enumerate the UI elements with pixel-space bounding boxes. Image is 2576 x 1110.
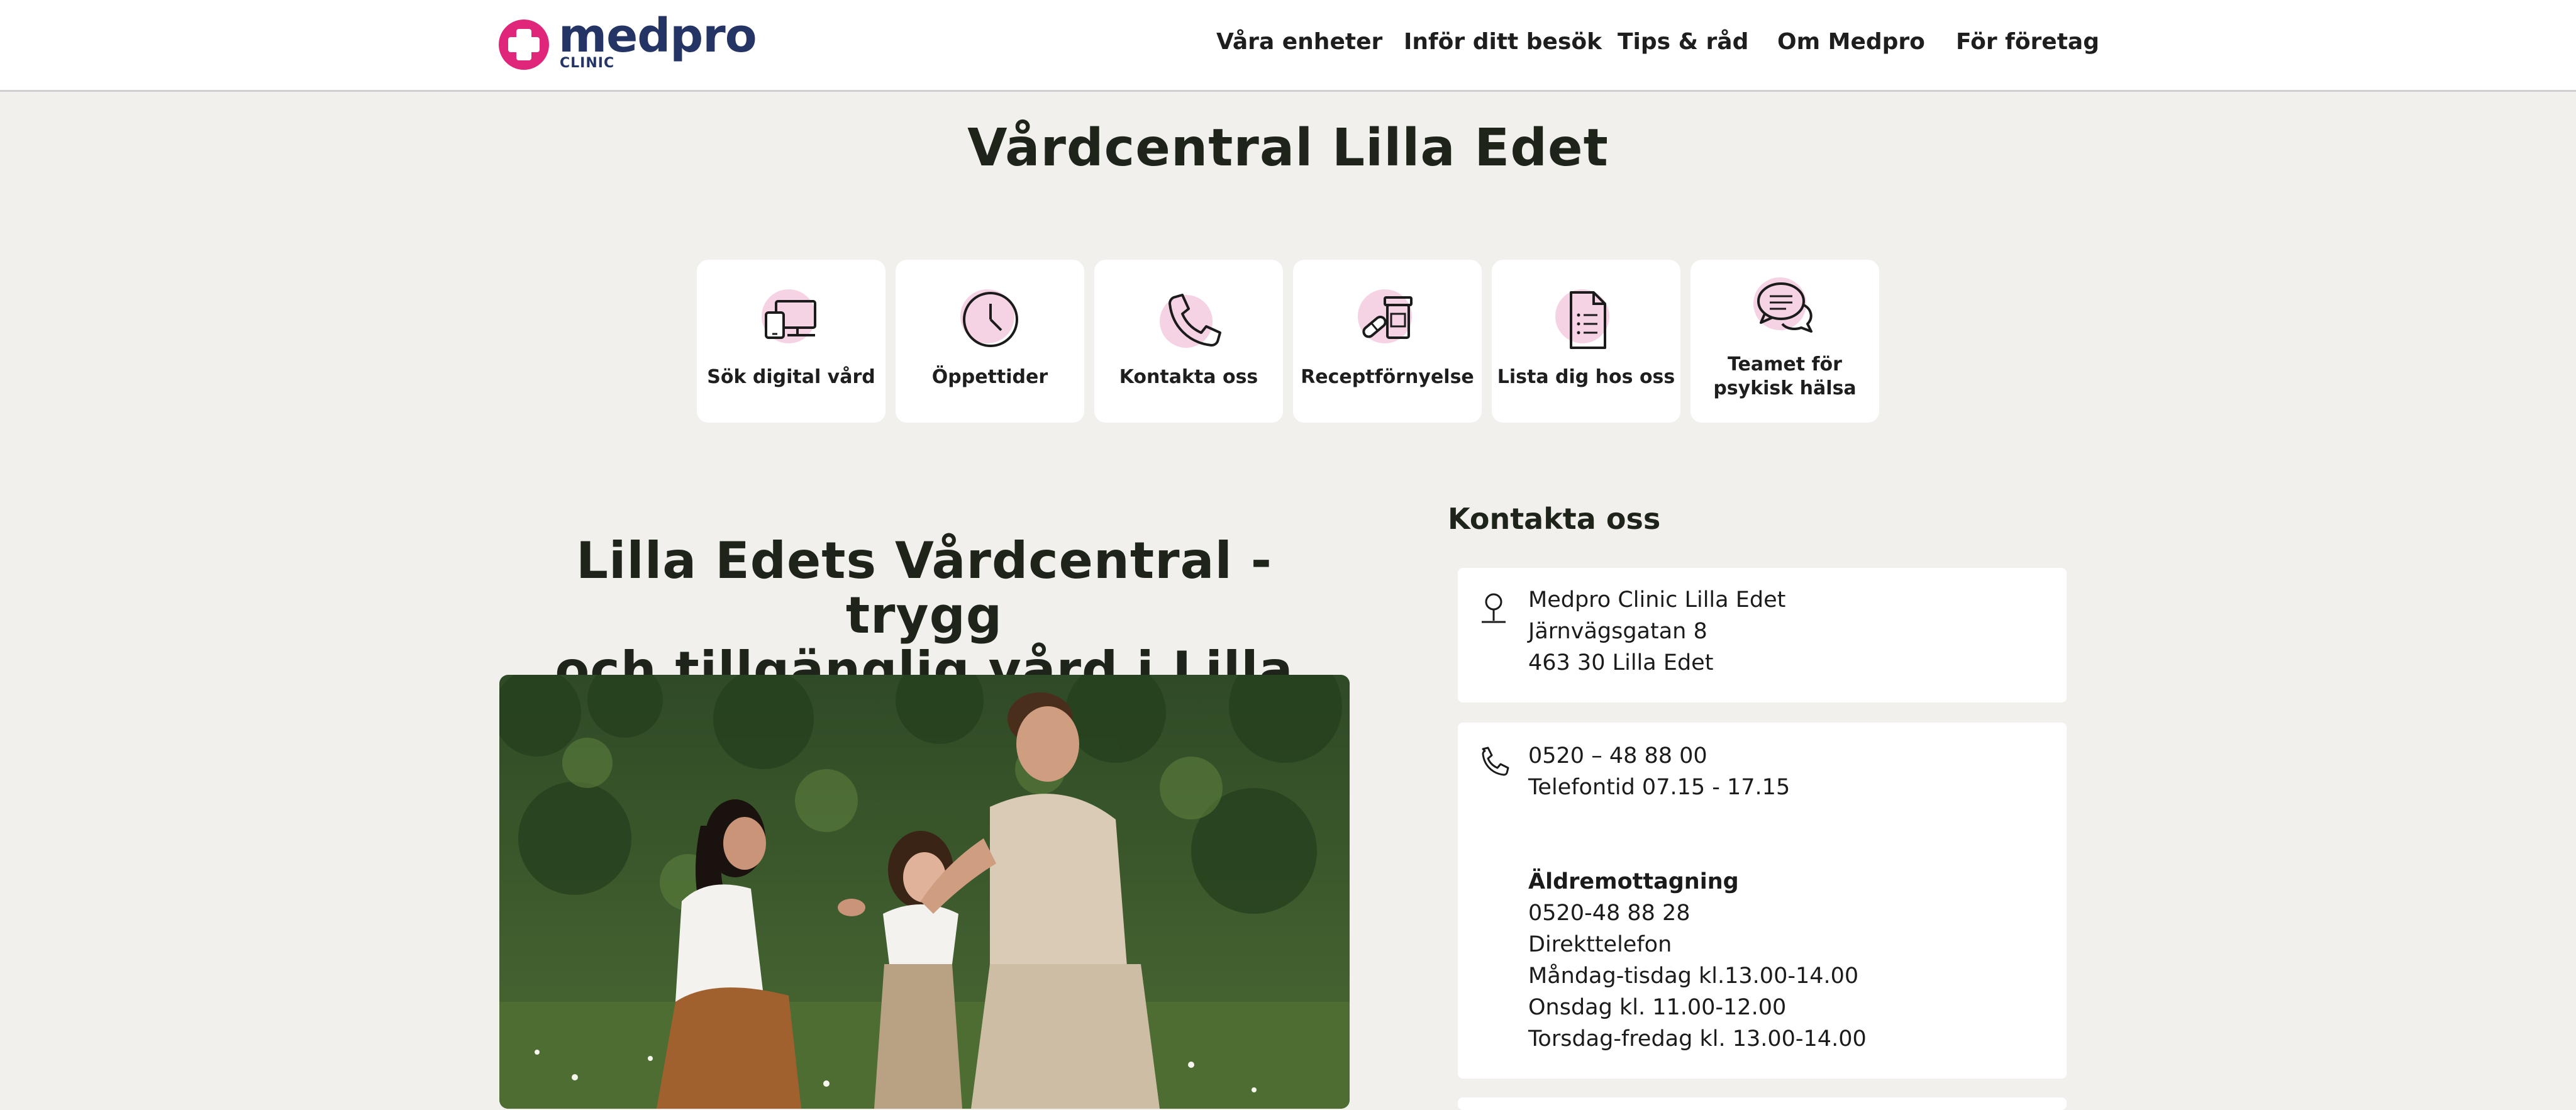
- pills-icon: [1358, 289, 1413, 343]
- elder-care-hours: Torsdag-fredag kl. 13.00-14.00: [1528, 1026, 1867, 1052]
- address-name: Medpro Clinic Lilla Edet: [1528, 587, 1786, 613]
- card-teamet-for-psykisk-halsa[interactable]: Teamet för psykisk hälsa: [1690, 260, 1879, 423]
- card-label: Lista dig hos oss: [1497, 366, 1675, 388]
- medpro-cross-icon: [499, 19, 549, 70]
- card-receptfornyelse[interactable]: Receptförnyelse: [1293, 260, 1482, 423]
- nav-om-medpro[interactable]: Om Medpro: [1777, 29, 1925, 55]
- address-box: Medpro Clinic Lilla Edet Järnvägsgatan 8…: [1458, 568, 2067, 702]
- card-label: Teamet för psykisk hälsa: [1690, 353, 1879, 401]
- card-oppettider[interactable]: Öppettider: [896, 260, 1084, 423]
- phone-icon: [1160, 294, 1221, 348]
- elder-care-hours: Onsdag kl. 11.00-12.00: [1528, 995, 1787, 1020]
- address-street: Järnvägsgatan 8: [1528, 619, 1707, 644]
- phone-hours: Telefontid 07.15 - 17.15: [1528, 775, 1790, 800]
- page-title: Vårdcentral Lilla Edet: [967, 118, 1609, 178]
- phone-number[interactable]: 0520 – 48 88 00: [1528, 740, 1867, 772]
- contact-heading: Kontakta oss: [1448, 502, 1661, 536]
- card-label: Kontakta oss: [1119, 366, 1258, 388]
- site-header: medpro CLINIC Våra enheter Inför ditt be…: [0, 0, 2576, 92]
- card-label-line: Teamet för: [1728, 353, 1842, 375]
- chat-bubbles-icon: [1753, 277, 1813, 333]
- phone-text: 0520 – 48 88 00 Telefontid 07.15 - 17.15…: [1528, 740, 1867, 1055]
- hero-photo-family: [499, 675, 1350, 1109]
- elder-care-label: Direkttelefon: [1528, 932, 1672, 957]
- phone-box: 0520 – 48 88 00 Telefontid 07.15 - 17.15…: [1458, 723, 2067, 1079]
- devices-icon: [762, 289, 816, 343]
- card-label: Receptförnyelse: [1301, 366, 1474, 388]
- card-lista-dig-hos-oss[interactable]: Lista dig hos oss: [1492, 260, 1680, 423]
- family-photo-illustration: [499, 675, 1350, 1109]
- logo-wordmark: medpro: [558, 9, 757, 63]
- section-heading-line: Lilla Edets Vårdcentral - trygg: [576, 531, 1272, 645]
- card-kontakta-oss[interactable]: Kontakta oss: [1094, 260, 1283, 423]
- elder-care-hours: Måndag-tisdag kl.13.00-14.00: [1528, 963, 1859, 989]
- elder-care-title: Äldremottagning: [1528, 869, 1739, 894]
- card-label: Öppettider: [931, 366, 1048, 388]
- nav-infor-ditt-besok[interactable]: Inför ditt besök: [1404, 29, 1602, 55]
- clock-icon: [960, 289, 1018, 347]
- next-info-box: [1458, 1097, 2067, 1110]
- document-icon: [1555, 289, 1609, 349]
- phone-icon: [1482, 746, 1509, 776]
- card-label: Sök digital vård: [707, 366, 875, 388]
- medpro-logo[interactable]: medpro CLINIC: [498, 13, 757, 73]
- nav-for-foretag[interactable]: För företag: [1956, 29, 2099, 55]
- card-sok-digital-vard[interactable]: Sök digital vård: [697, 260, 886, 423]
- address-postal: 463 30 Lilla Edet: [1528, 650, 1714, 675]
- nav-tips-och-rad[interactable]: Tips & råd: [1618, 29, 1748, 55]
- map-pin-icon: [1482, 593, 1506, 623]
- logo-subtitle: CLINIC: [560, 55, 615, 71]
- address-text: Medpro Clinic Lilla Edet Järnvägsgatan 8…: [1528, 584, 1785, 679]
- nav-vara-enheter[interactable]: Våra enheter: [1216, 29, 1382, 55]
- elder-care-number[interactable]: 0520-48 88 28: [1528, 897, 1867, 929]
- card-label-line: psykisk hälsa: [1713, 377, 1857, 399]
